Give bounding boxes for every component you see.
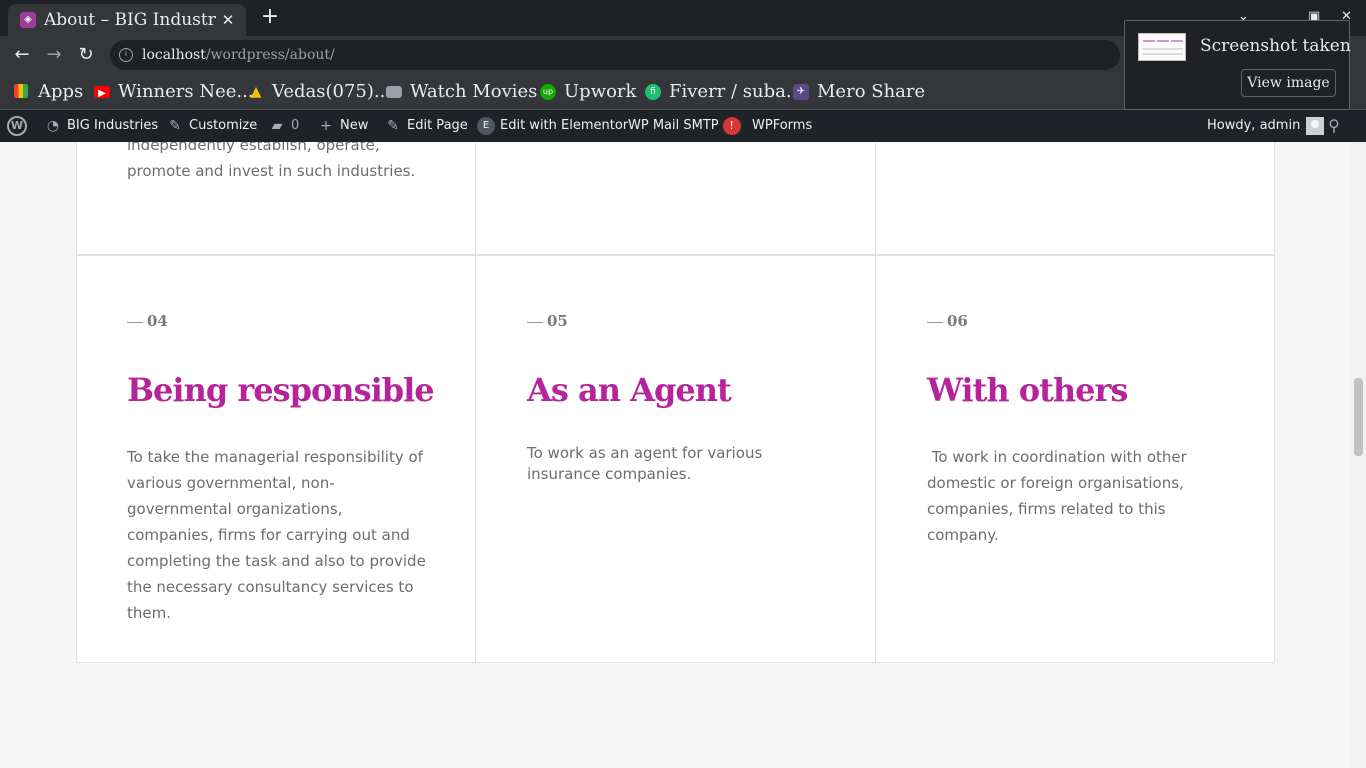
close-tab-icon[interactable]: ✕	[218, 10, 238, 30]
column-divider	[475, 256, 476, 662]
wpforms-menu[interactable]: WPForms	[752, 110, 812, 142]
wp-mail-smtp-menu[interactable]: WP Mail SMTP!	[628, 110, 741, 142]
site-favicon-icon: ◈	[20, 12, 36, 28]
bookmark-label: Winners Nee...	[118, 81, 254, 102]
elementor-icon: E	[477, 116, 495, 135]
mero-share-icon: ✈	[793, 84, 809, 100]
edit-page-label: Edit Page	[407, 118, 468, 133]
tab-title: About – BIG Industries	[44, 10, 216, 30]
site-info-icon[interactable]: i	[119, 48, 133, 62]
card-number: 05	[527, 310, 568, 332]
scrollbar-thumb[interactable]	[1354, 378, 1363, 456]
bookmark-label: Upwork	[564, 81, 637, 102]
folder-icon	[386, 86, 402, 98]
address-bar[interactable]: i localhost/wordpress/about/	[110, 40, 1120, 70]
plus-icon: +	[320, 117, 332, 134]
comments-link[interactable]: ▰ 0	[268, 110, 300, 142]
column-divider	[875, 142, 876, 255]
comment-count: 0	[291, 118, 300, 133]
new-content-menu[interactable]: + New	[317, 110, 368, 142]
bookmark-label: Mero Share	[817, 81, 926, 102]
search-icon[interactable]: ⚲	[1325, 110, 1348, 142]
upwork-icon: up	[540, 84, 556, 100]
google-drive-icon: ▲	[250, 84, 262, 100]
wpforms-label: WPForms	[752, 118, 813, 133]
smtp-label: WP Mail SMTP	[628, 118, 719, 133]
view-image-button[interactable]: View image	[1241, 69, 1336, 97]
elementor-label: Edit with Elementor	[500, 118, 629, 133]
card-number: 06	[927, 310, 968, 332]
toast-title: Screenshot taken	[1200, 36, 1351, 56]
column-divider	[475, 142, 476, 255]
card-title: As an Agent	[527, 371, 732, 409]
screenshot-thumbnail[interactable]	[1138, 33, 1186, 61]
greeting-label: Howdy, admin	[1207, 118, 1301, 133]
bookmark-label: Apps	[38, 81, 84, 102]
feature-card: 04 Being responsible To take the manager…	[77, 256, 476, 662]
customize-link[interactable]: ✎ Customize	[166, 110, 257, 142]
customize-label: Customize	[189, 118, 258, 133]
card-title: Being responsible	[127, 371, 435, 409]
features-row: 04 Being responsible To take the manager…	[76, 255, 1275, 663]
edit-with-elementor-link[interactable]: E Edit with Elementor	[477, 110, 628, 142]
fiverr-icon: fi	[645, 84, 661, 100]
dashboard-icon: ◔	[46, 117, 60, 134]
card-number-text: 06	[947, 312, 968, 330]
feature-card: 06 With others To work in coordination w…	[877, 256, 1276, 662]
bookmark-label: Fiverr / suba...	[669, 81, 804, 102]
my-account-menu[interactable]: Howdy, admin	[1207, 110, 1325, 142]
wp-admin-bar: W ◔ BIG Industries ✎ Customize ▰ 0 + New ✎ Ed…	[0, 110, 1366, 142]
page-content: independently establish, operate, promot…	[0, 142, 1366, 768]
edit-page-link[interactable]: ✎ Edit Page	[384, 110, 468, 142]
site-name-menu[interactable]: ◔ BIG Industries	[44, 110, 158, 142]
url-text: localhost/wordpress/about/	[142, 46, 335, 64]
brush-icon: ✎	[169, 117, 181, 134]
bookmark-label: Vedas(075)...	[272, 81, 392, 102]
pencil-icon: ✎	[387, 117, 399, 134]
card-text: To take the managerial responsibility of…	[127, 448, 426, 622]
new-tab-button[interactable]: +	[258, 6, 282, 30]
browser-tab[interactable]: ◈ About – BIG Industries ✕	[8, 4, 246, 36]
site-name-label: BIG Industries	[67, 118, 159, 133]
url-host: localhost	[142, 47, 206, 63]
screenshot-toast: Screenshot taken View image	[1124, 20, 1351, 110]
features-row-previous: independently establish, operate, promot…	[76, 142, 1275, 255]
card-title: With others	[927, 371, 1128, 409]
comment-icon: ▰	[271, 117, 283, 134]
new-label: New	[340, 118, 369, 133]
feature-card: 05 As an Agent To work as an agent for v…	[477, 256, 876, 662]
apps-grid-icon	[14, 84, 28, 98]
smtp-alert-badge: !	[722, 116, 741, 135]
previous-card-text: independently establish, operate, promot…	[127, 142, 416, 180]
page-scrollbar[interactable]	[1351, 142, 1366, 768]
column-divider	[875, 256, 876, 662]
card-text: To work as an agent for various insuranc…	[527, 444, 763, 483]
card-number: 04	[127, 310, 168, 332]
back-icon[interactable]: ←	[11, 44, 33, 66]
reload-icon[interactable]: ↻	[75, 44, 97, 66]
wordpress-logo-icon[interactable]: W	[7, 110, 32, 142]
youtube-icon: ▶	[94, 86, 110, 99]
forward-icon[interactable]: →	[43, 44, 65, 66]
card-number-text: 05	[547, 312, 568, 330]
avatar	[1306, 116, 1325, 135]
card-number-text: 04	[147, 312, 168, 330]
url-path: /wordpress/about/	[205, 47, 335, 63]
card-text: To work in coordination with other domes…	[927, 448, 1192, 544]
bookmark-label: Watch Movies	[410, 81, 538, 102]
